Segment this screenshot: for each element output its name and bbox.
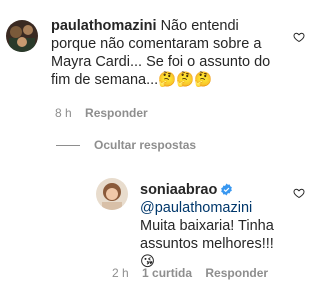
reply-body: soniaabrao @paulathomazini Muita baixari… bbox=[140, 181, 280, 271]
reply-username[interactable]: soniaabrao bbox=[140, 182, 217, 198]
reply-meta: 2 h 1 curtida Responder bbox=[112, 266, 278, 280]
reply-reply-button[interactable]: Responder bbox=[205, 266, 268, 280]
comment-body: paulathomazini Não entendi porque não co… bbox=[51, 17, 271, 89]
hide-replies-label: Ocultar respostas bbox=[94, 138, 197, 152]
reply-mention[interactable]: @paulathomazini bbox=[140, 200, 252, 216]
comment-time[interactable]: 8 h bbox=[55, 106, 72, 120]
comment-reply-button[interactable]: Responder bbox=[85, 106, 148, 120]
reply-time[interactable]: 2 h bbox=[112, 266, 129, 280]
comment-username[interactable]: paulathomazini bbox=[51, 18, 157, 34]
comment-meta: 8 h Responder bbox=[55, 106, 158, 120]
avatar[interactable] bbox=[96, 178, 128, 210]
verified-badge-icon bbox=[221, 183, 233, 196]
comment-item: paulathomazini Não entendi porque não co… bbox=[0, 0, 311, 130]
reply-item: soniaabrao @paulathomazini Muita baixari… bbox=[0, 170, 311, 299]
heart-outline-icon[interactable] bbox=[293, 31, 305, 43]
reply-text: Muita baixaria! Tinha assuntos melhores!… bbox=[140, 218, 274, 270]
reply-likes[interactable]: 1 curtida bbox=[142, 266, 192, 280]
avatar[interactable] bbox=[6, 20, 38, 52]
hide-replies-button[interactable]: Ocultar respostas bbox=[56, 138, 196, 152]
divider-line bbox=[56, 144, 80, 146]
heart-outline-icon[interactable] bbox=[293, 187, 305, 199]
